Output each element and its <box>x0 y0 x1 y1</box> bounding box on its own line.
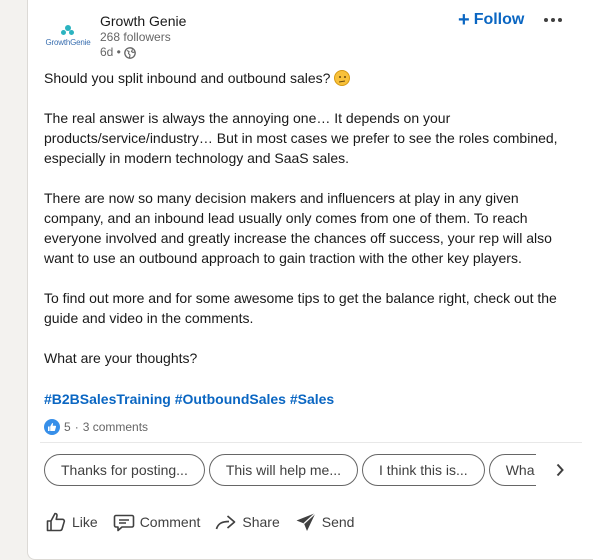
plus-icon: + <box>458 9 470 31</box>
follow-button[interactable]: + Follow <box>458 10 524 30</box>
like-button[interactable]: Like <box>40 504 102 540</box>
globe-icon <box>124 46 136 59</box>
post-text: Should you split inbound and outbound sa… <box>44 68 574 388</box>
divider <box>40 442 582 443</box>
feed-post-card: GrowthGenie Growth Genie 268 followers 6… <box>27 0 593 560</box>
hashtag-link[interactable]: #Sales <box>290 391 334 407</box>
logo-mark-icon <box>61 25 75 37</box>
suggestion-chip[interactable]: Wha <box>488 454 536 486</box>
post-paragraph: What are your thoughts? <box>44 350 198 366</box>
thumbs-up-icon <box>46 512 66 532</box>
send-icon <box>296 512 316 531</box>
comment-button[interactable]: Comment <box>108 504 205 540</box>
social-counts: 5 · 3 comments <box>44 419 148 435</box>
chevron-right-icon <box>556 463 564 477</box>
hashtag-link[interactable]: #OutboundSales <box>175 391 286 407</box>
thinking-face-emoji-icon <box>334 70 351 86</box>
ellipsis-icon <box>544 18 548 22</box>
post-paragraph: The real answer is always the annoying o… <box>44 110 558 166</box>
ellipsis-dot <box>558 18 562 22</box>
post-header: GrowthGenie Growth Genie 268 followers 6… <box>44 10 584 62</box>
post-paragraph: To find out more and for some awesome ti… <box>44 290 557 326</box>
comment-count[interactable]: 3 comments <box>83 420 148 434</box>
post-paragraph: There are now so many decision makers an… <box>44 190 552 266</box>
company-info: Growth Genie 268 followers 6d • <box>100 12 186 60</box>
like-label: Like <box>72 514 98 530</box>
post-paragraph: Should you split inbound and outbound sa… <box>44 68 574 88</box>
comment-icon <box>113 514 134 532</box>
count-separator: · <box>74 420 79 434</box>
thumbs-up-icon <box>48 423 57 431</box>
logo-text: GrowthGenie <box>45 38 91 47</box>
ellipsis-dot <box>551 18 555 22</box>
hashtag-link[interactable]: #B2BSalesTraining <box>44 391 171 407</box>
send-label: Send <box>321 514 355 530</box>
share-arrow-icon <box>216 515 236 530</box>
more-options-button[interactable] <box>540 10 566 30</box>
follow-label: Follow <box>473 11 525 28</box>
suggestion-chip[interactable]: Thanks for posting... <box>44 454 205 486</box>
share-label: Share <box>242 514 280 530</box>
like-reaction-icon[interactable] <box>44 419 60 435</box>
comment-label: Comment <box>139 514 201 530</box>
follower-count: 268 followers <box>100 30 171 44</box>
suggestion-chip[interactable]: I think this is... <box>362 454 485 486</box>
suggestion-chip[interactable]: This will help me... <box>208 454 358 486</box>
company-name[interactable]: Growth Genie <box>100 12 186 30</box>
post-meta: 6d • <box>100 45 186 60</box>
company-logo[interactable]: GrowthGenie <box>44 18 92 54</box>
hashtag-list: #B2BSalesTraining #OutboundSales #Sales <box>44 389 334 409</box>
post-actions: Like Comment Share Send <box>40 504 560 540</box>
send-button[interactable]: Send <box>290 504 359 540</box>
post-paragraph-text: Should you split inbound and outbound sa… <box>44 70 331 86</box>
scroll-suggestions-button[interactable] <box>548 456 572 484</box>
share-button[interactable]: Share <box>210 504 283 540</box>
post-time: 6d • <box>100 45 121 59</box>
suggested-comments: Thanks for posting... This will help me..… <box>44 454 536 486</box>
reaction-count[interactable]: 5 <box>64 420 71 434</box>
